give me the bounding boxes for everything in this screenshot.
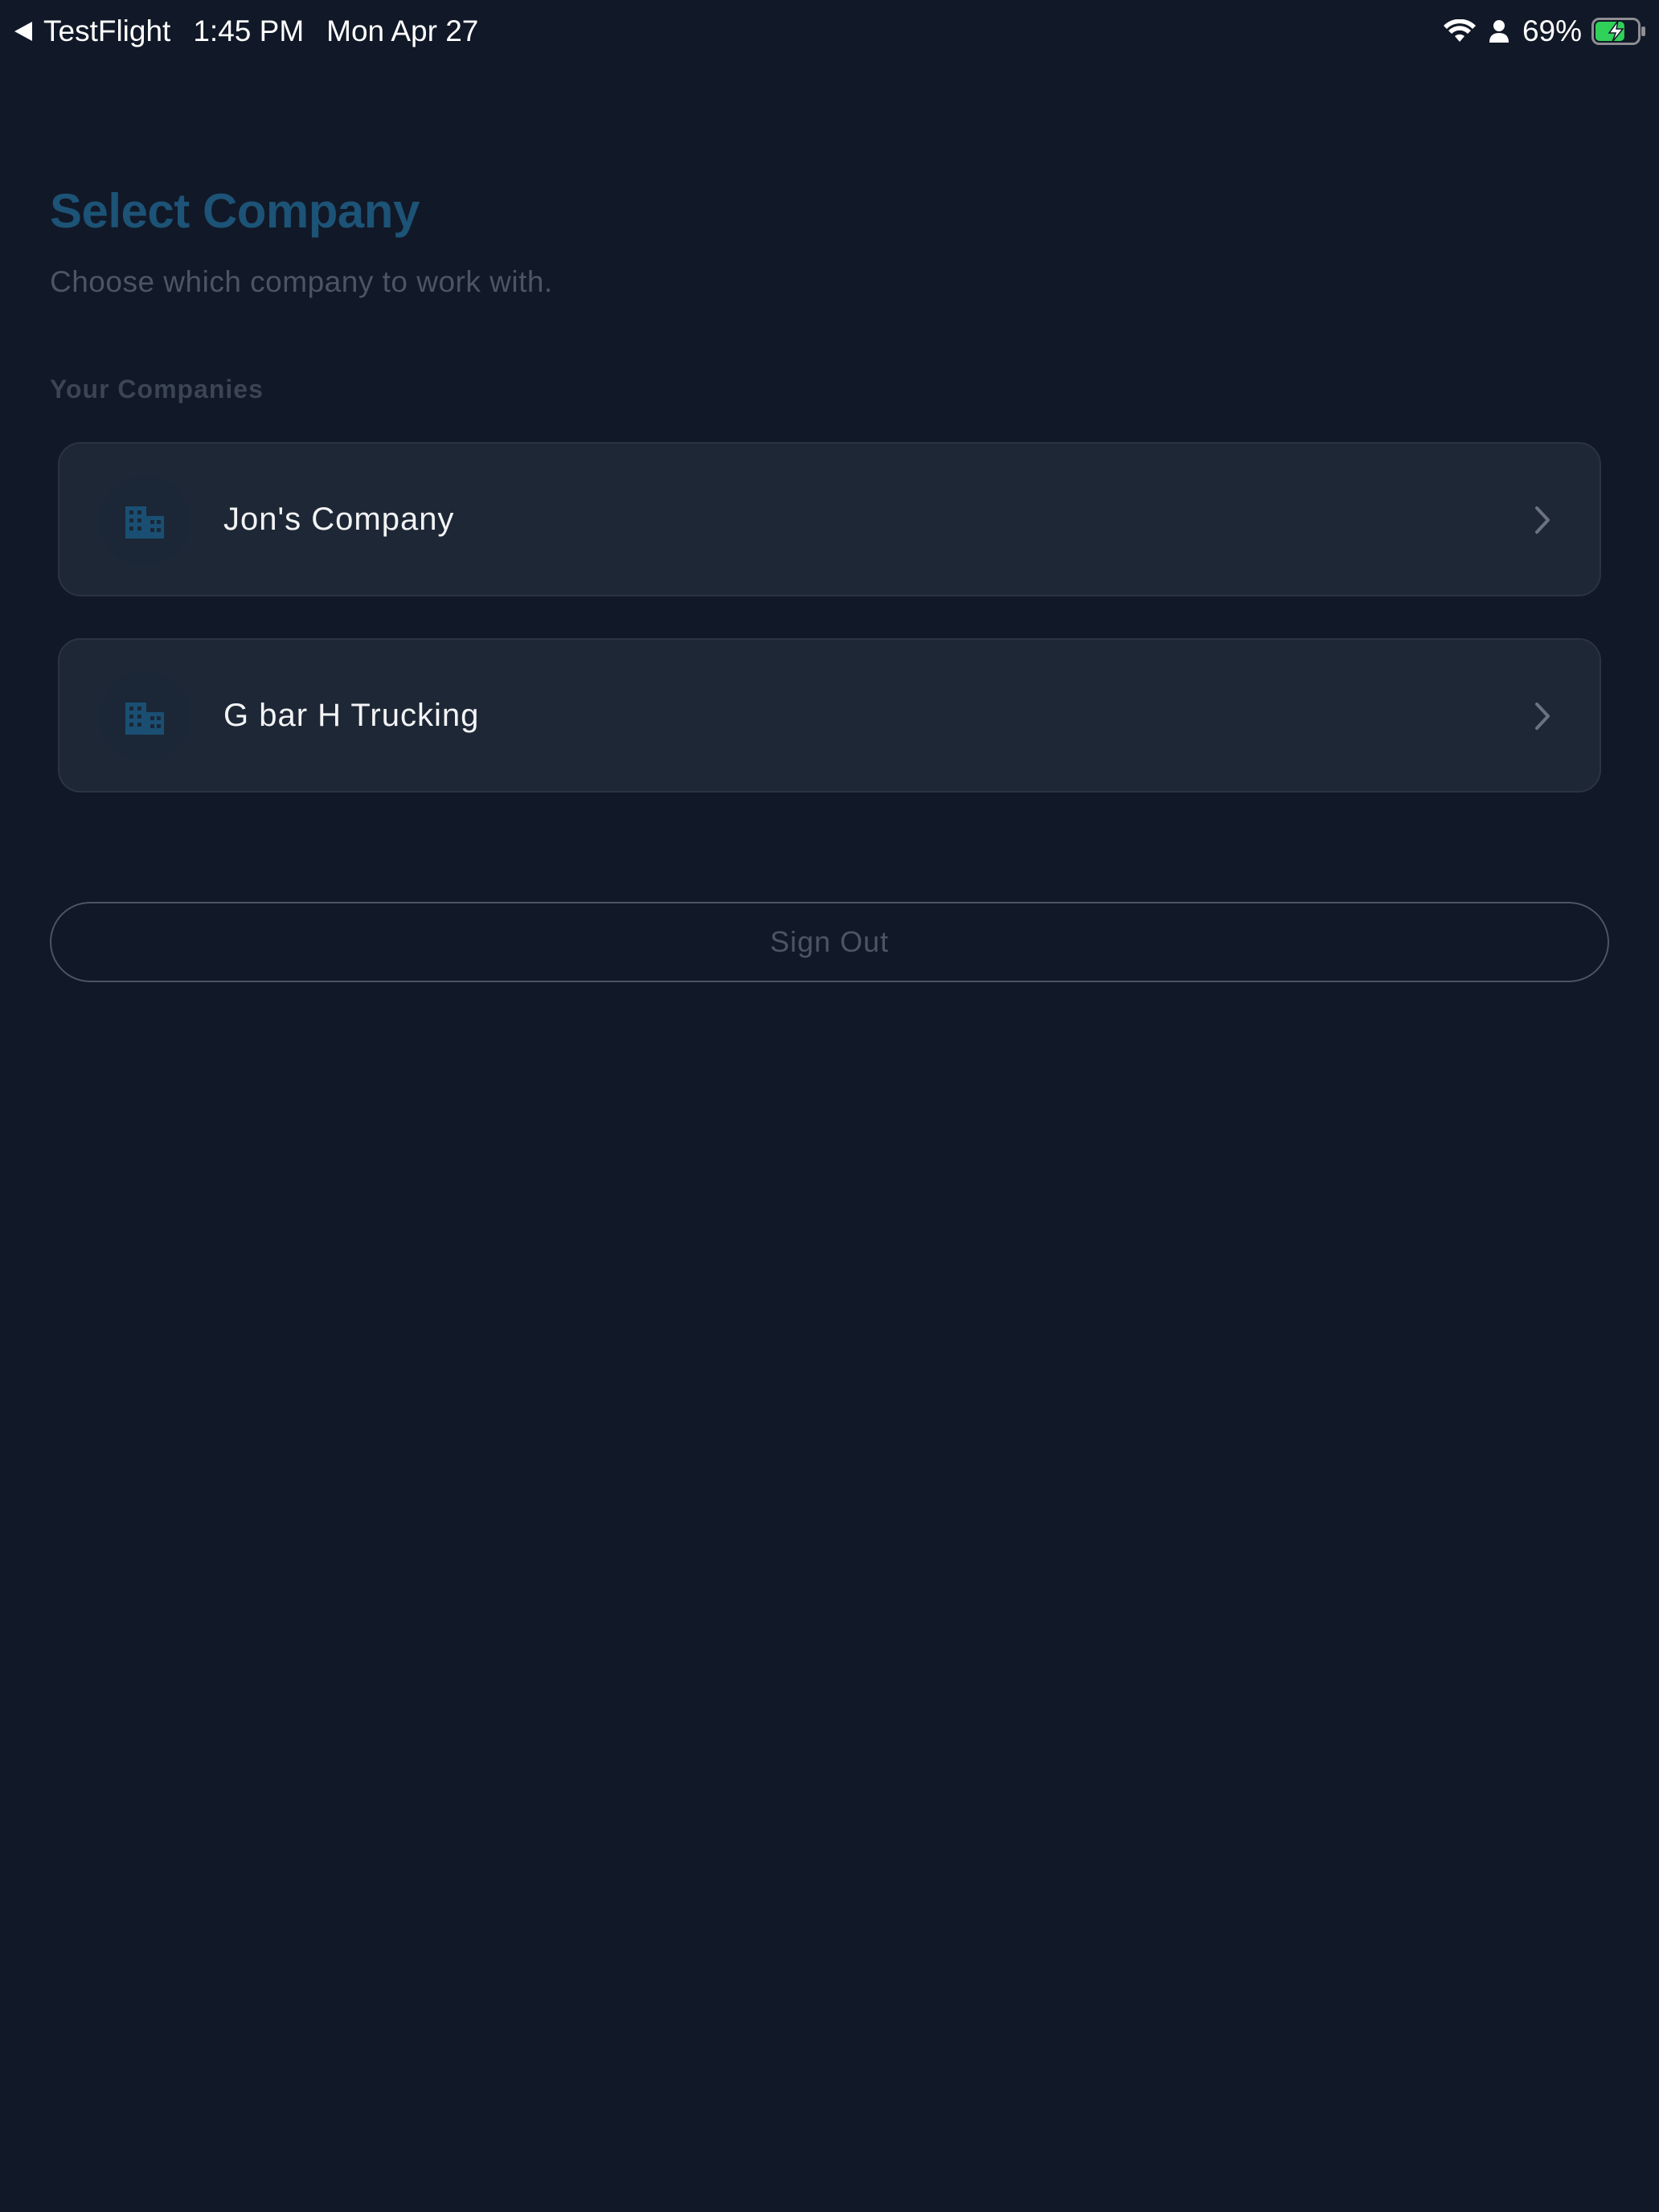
status-bar: TestFlight 1:45 PM Mon Apr 27 69% [0, 0, 1659, 64]
back-arrow-icon[interactable] [14, 22, 32, 41]
status-right: 69% [1443, 14, 1646, 48]
chevron-right-icon [1535, 703, 1550, 730]
building-icon [125, 506, 164, 539]
company-name: G bar H Trucking [223, 698, 480, 733]
company-name: Jon's Company [223, 502, 455, 537]
status-date: Mon Apr 27 [326, 14, 479, 47]
person-icon [1489, 20, 1509, 43]
company-card-jons-company[interactable]: Jon's Company [58, 442, 1601, 596]
company-avatar [100, 672, 190, 762]
back-to-app-link[interactable]: TestFlight [43, 14, 170, 48]
page-title: Select Company [50, 184, 420, 238]
chevron-right-icon [1535, 506, 1550, 534]
status-time: 1:45 PM [193, 14, 305, 47]
sign-out-button[interactable]: Sign Out [50, 902, 1609, 982]
building-icon [125, 703, 164, 735]
section-label-your-companies: Your Companies [50, 375, 264, 403]
company-card-g-bar-h-trucking[interactable]: G bar H Trucking [58, 638, 1601, 793]
battery-charging-icon [1591, 18, 1645, 45]
battery-percent: 69% [1522, 14, 1582, 47]
page-subtitle: Choose which company to work with. [50, 265, 553, 298]
wifi-icon [1443, 19, 1476, 42]
company-list: Jon's Company G bar H Trucking [58, 442, 1601, 834]
company-avatar [100, 476, 190, 566]
status-left: TestFlight 1:45 PM Mon Apr 27 [14, 14, 478, 48]
